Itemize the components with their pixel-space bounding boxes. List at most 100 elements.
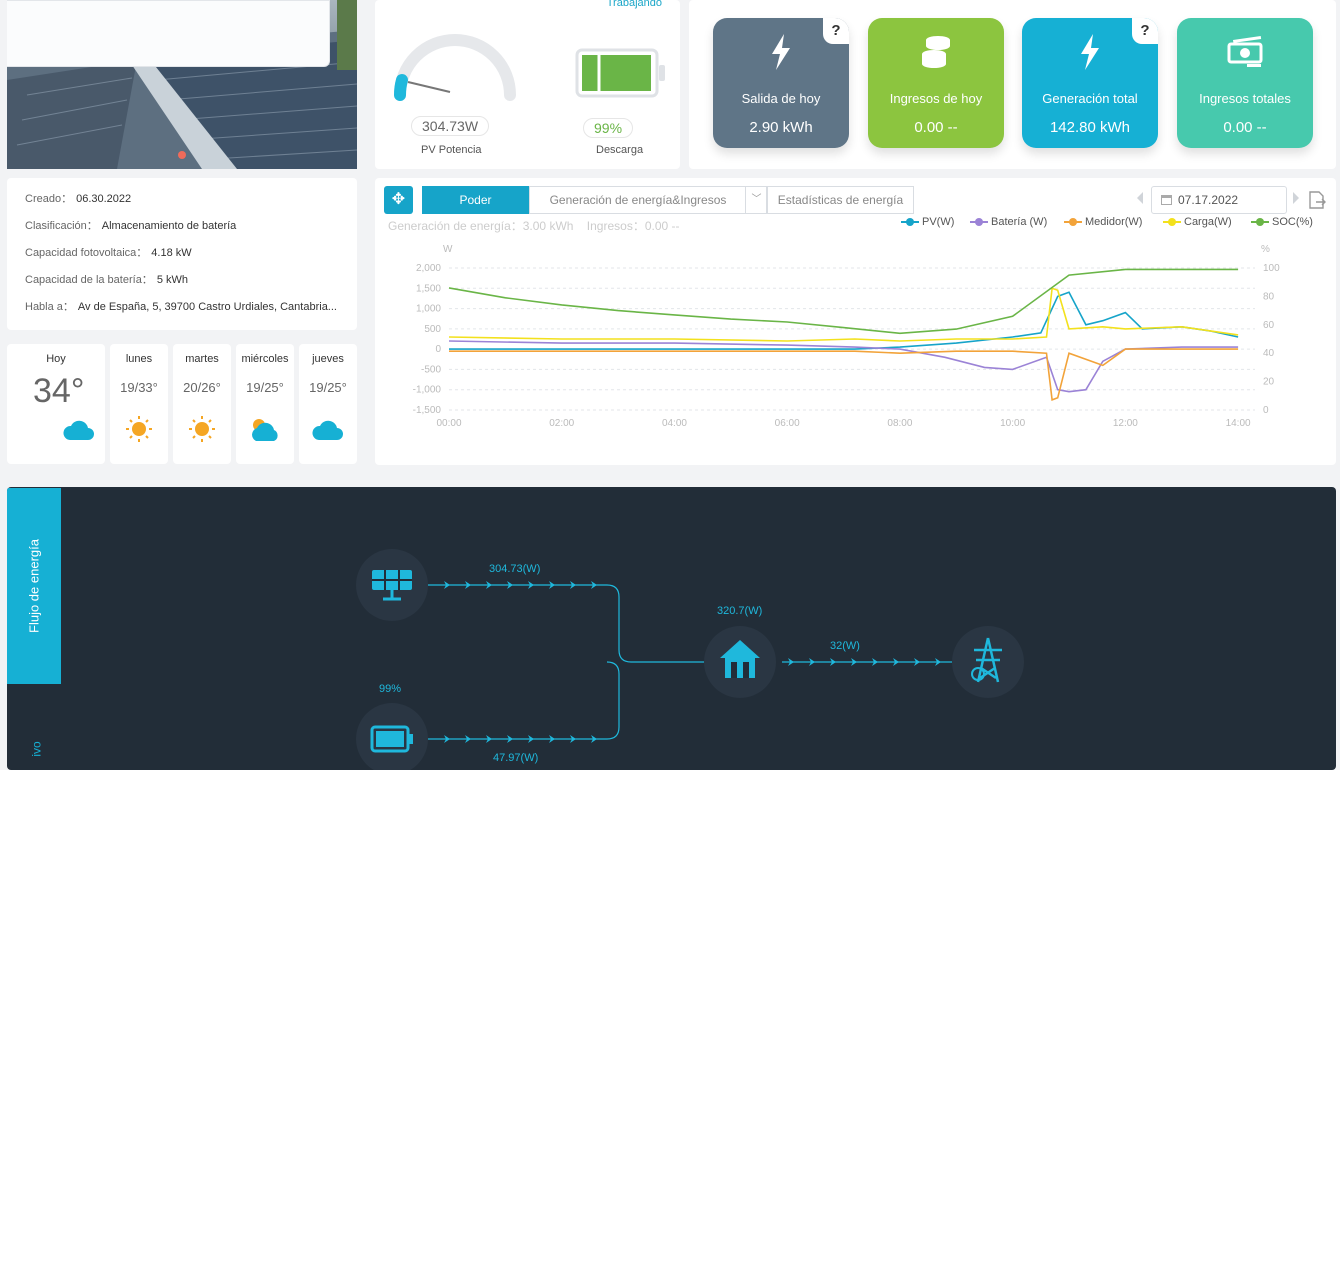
site-photo xyxy=(7,0,357,169)
kpi-value: 0.00 -- xyxy=(914,119,958,136)
export-icon[interactable] xyxy=(1307,190,1327,210)
weather-day: martes xyxy=(185,353,219,365)
home-icon xyxy=(720,640,760,678)
status-working: Trabajando xyxy=(606,0,662,9)
battery-soc-value: 99% xyxy=(583,118,634,138)
help-icon[interactable]: ? xyxy=(823,18,849,44)
legend-meter[interactable]: Medidor(W) xyxy=(1064,216,1142,228)
kpi-label: Ingresos de hoy xyxy=(889,91,983,106)
realtime-panel: Trabajando 304.73W PV Potencia 99% Desca… xyxy=(375,0,680,169)
calendar-icon xyxy=(1161,195,1172,205)
kpi-value: 142.80 kWh xyxy=(1049,119,1131,136)
tab-power[interactable]: Poder xyxy=(422,186,529,214)
cloud-icon xyxy=(63,420,94,440)
y-tick-right: 0 xyxy=(1263,405,1269,416)
lightning-icon xyxy=(1081,34,1099,70)
plant-info-panel: Creado： 06.30.2022 Clasificación： Almacena… xyxy=(7,178,357,330)
series-line xyxy=(449,348,1239,402)
weather-day: lunes xyxy=(125,353,153,365)
chart-summary: Generación de energía：3.00 kWh Ingresos：… xyxy=(388,217,680,234)
chevron-down-icon[interactable]: ﹀ xyxy=(745,186,767,214)
y-unit-right: % xyxy=(1261,244,1270,255)
pv-power-flow-value: 304.73(W) xyxy=(489,563,541,575)
y-tick-left: 1,000 xyxy=(416,304,441,315)
carousel-dot[interactable] xyxy=(178,151,186,159)
kpi-label: Generación total xyxy=(1042,91,1138,106)
y-tick-right: 40 xyxy=(1263,348,1275,359)
info-pv-capacity: Capacidad fotovoltaica： 4.18 kW xyxy=(25,247,192,259)
battery-soc-flow-value: 99% xyxy=(379,683,402,695)
y-tick-left: -1,000 xyxy=(413,385,442,396)
info-battery-capacity: Capacidad de la batería： 5 kWh xyxy=(25,274,188,286)
info-address: Habla a： Av de España, 5, 39700 Castro Ur… xyxy=(25,301,337,313)
next-date-icon[interactable] xyxy=(1293,192,1299,204)
power-tower-icon xyxy=(971,637,1002,683)
y-unit-left: W xyxy=(443,244,453,255)
solar-panel-icon xyxy=(372,570,412,601)
tab-energy-stats[interactable]: Estadísticas de energía xyxy=(767,186,914,214)
kpi-value: 0.00 -- xyxy=(1223,119,1267,136)
x-tick: 06:00 xyxy=(775,418,800,429)
kpi-total-income: Ingresos totales 0.00 -- xyxy=(1177,18,1313,148)
weather-temp: 34° xyxy=(33,372,85,410)
weather-today: Hoy 34° xyxy=(7,344,105,464)
pv-power-value: 304.73W xyxy=(411,116,490,136)
x-tick: 08:00 xyxy=(887,418,912,429)
battery-icon xyxy=(575,48,665,98)
y-tick-right: 80 xyxy=(1263,291,1275,302)
y-tick-right: 60 xyxy=(1263,320,1275,331)
dashboard: Trabajando 304.73W PV Potencia 99% Desca… xyxy=(0,0,1340,770)
weather-range: 20/26° xyxy=(183,380,221,395)
x-tick: 02:00 xyxy=(549,418,574,429)
home-node[interactable] xyxy=(704,626,776,698)
x-tick: 14:00 xyxy=(1226,418,1251,429)
x-tick: 04:00 xyxy=(662,418,687,429)
date-picker[interactable]: 07.17.2022 xyxy=(1151,186,1287,214)
kpi-label: Salida de hoy xyxy=(741,91,821,106)
move-icon[interactable]: ✥ xyxy=(384,186,413,214)
battery-node[interactable] xyxy=(356,703,428,770)
pv-power-gauge xyxy=(394,34,516,101)
series-line xyxy=(449,291,1239,350)
y-tick-left: -1,500 xyxy=(413,405,442,416)
weather-day-4: jueves 19/25° xyxy=(299,344,357,464)
weather-range: 19/25° xyxy=(309,380,347,395)
money-icon xyxy=(1227,36,1263,67)
legend-load[interactable]: Carga(W) xyxy=(1163,216,1232,228)
power-line-chart: W % 2,000 1,500 1,000 500 0 -500 -1,000 -1,500 100… xyxy=(413,244,1280,429)
x-tick: 10:00 xyxy=(1000,418,1025,429)
weather-range: 19/33° xyxy=(120,380,158,395)
y-tick-right: 100 xyxy=(1263,263,1280,274)
weather-day-3: miércoles 19/25° xyxy=(236,344,294,464)
y-tick-left: -500 xyxy=(421,364,441,375)
weather-day: jueves xyxy=(312,353,344,365)
kpi-label: Ingresos totales xyxy=(1199,91,1291,106)
battery-mode-caption: Descarga xyxy=(596,144,644,156)
legend-soc[interactable]: SOC(%) xyxy=(1251,216,1313,228)
weather-range: 19/25° xyxy=(246,380,284,395)
cloud-icon xyxy=(312,420,343,440)
legend-battery[interactable]: Batería (W) xyxy=(970,216,1047,228)
prev-date-icon[interactable] xyxy=(1137,192,1143,204)
tab-generation-income[interactable]: Generación de energía&Ingresos xyxy=(529,186,767,214)
y-tick-left: 2,000 xyxy=(416,263,441,274)
help-icon[interactable]: ? xyxy=(1132,18,1158,44)
series-line xyxy=(448,268,1239,335)
load-power-flow-value: 320.7(W) xyxy=(717,605,763,617)
sun-cloud-icon xyxy=(252,419,278,441)
weather-day-2: martes 20/26° xyxy=(173,344,231,464)
weather-day: miércoles xyxy=(241,353,289,365)
weather-day: Hoy xyxy=(46,353,66,365)
summary-income: Ingresos：0.00 -- xyxy=(586,219,680,233)
y-tick-left: 0 xyxy=(435,344,441,355)
y-tick-left: 1,500 xyxy=(416,283,441,294)
x-tick: 00:00 xyxy=(436,418,461,429)
grid-node[interactable] xyxy=(952,626,1024,698)
pv-node[interactable] xyxy=(356,549,428,621)
legend-pv[interactable]: PV(W) xyxy=(901,216,954,228)
battery-power-flow-value: 47.97(W) xyxy=(493,752,539,764)
kpi-value: 2.90 kWh xyxy=(749,119,813,136)
sun-icon xyxy=(189,416,215,442)
info-classification: Clasificación： Almacenamiento de batería xyxy=(25,220,237,232)
flow-lines xyxy=(427,581,952,743)
